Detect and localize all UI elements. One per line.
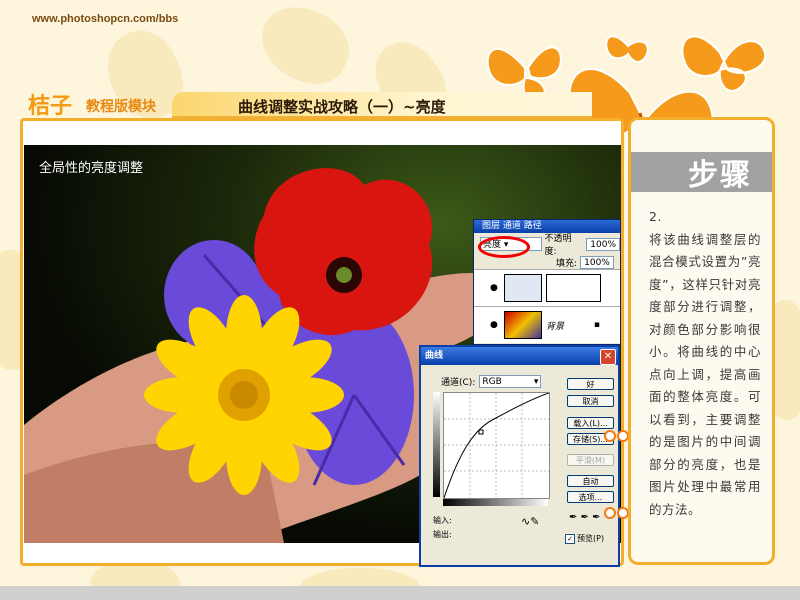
butterfly-small-2: [605, 35, 649, 63]
curves-dialog: 曲线 ✕ 通道(C): RGB ▾ 好 取消 载入(L)... 存储(S)... …: [419, 345, 620, 567]
footer-bar: [0, 586, 800, 600]
eyedropper-icon[interactable]: ✒ ✒ ✒: [569, 512, 601, 523]
layer-mask-thumbnail: [546, 274, 601, 302]
preview-checkbox[interactable]: ✓: [565, 533, 575, 544]
options-button[interactable]: 选项...: [567, 491, 614, 503]
step-number: 2.: [649, 209, 662, 224]
channel-select[interactable]: RGB ▾: [479, 375, 542, 388]
curves-title: 曲线: [425, 351, 444, 361]
chevron-down-icon: ▾: [533, 377, 539, 387]
layer-name: 背景: [546, 321, 565, 332]
channel-label: 通道(C):: [441, 378, 476, 388]
curve-control-point: [478, 429, 484, 435]
eye-icon[interactable]: ●: [490, 320, 500, 330]
brand-subtitle: 教程版模块: [86, 99, 156, 115]
input-label: 输入:: [433, 516, 452, 525]
curves-layer-thumbnail: [504, 274, 542, 302]
layer-row-curves[interactable]: ●: [474, 269, 620, 306]
background-layer-thumbnail: [504, 311, 542, 339]
side-panel-heading: 步骤: [688, 158, 752, 193]
preview-checkbox-row[interactable]: ✓ 预览(P): [565, 533, 604, 544]
step-description: 2. 将该曲线调整层的混合模式设置为”亮度”，这样只针对亮度部分进行调整，对颜色…: [649, 206, 761, 521]
curves-titlebar: 曲线 ✕: [421, 347, 618, 365]
site-url: www.photoshopcn.com/bbs: [32, 13, 179, 25]
smooth-button[interactable]: 平滑(M): [567, 454, 614, 466]
tab-layers[interactable]: 图层: [482, 221, 500, 231]
tab-paths[interactable]: 路径: [524, 221, 542, 231]
ok-button[interactable]: 好: [567, 378, 614, 390]
layer-row-background[interactable]: ● 背景 ▪: [474, 306, 620, 343]
channel-row: 通道(C): RGB ▾: [441, 375, 542, 388]
preview-label: 预览(P): [577, 534, 605, 543]
curve-graph[interactable]: [443, 392, 550, 499]
curve-tool-icon[interactable]: ∿✎: [521, 515, 539, 528]
input-gradient: [443, 499, 548, 506]
close-icon[interactable]: ✕: [600, 349, 616, 365]
opacity-input[interactable]: 100%: [586, 237, 620, 251]
load-button[interactable]: 载入(L)...: [567, 417, 614, 429]
fill-input[interactable]: 100%: [580, 255, 614, 269]
page-title: 曲线调整实战攻略（一）~亮度: [238, 98, 446, 116]
photo-caption: 全局性的亮度调整: [39, 161, 144, 176]
highlight-circle: [478, 236, 530, 258]
output-label: 输出:: [433, 530, 452, 539]
tab-channels[interactable]: 通道: [503, 221, 521, 231]
lock-icon: ▪: [593, 320, 600, 330]
eye-icon[interactable]: ●: [490, 283, 500, 293]
brand-logo-text: 桔子: [28, 93, 73, 119]
step-text: 将该曲线调整层的混合模式设置为”亮度”，这样只针对亮度部分进行调整，对颜色部分影…: [649, 231, 761, 517]
opacity-label: 不透明度:: [544, 234, 572, 257]
butterfly-small-1b: [526, 46, 562, 80]
cancel-button[interactable]: 取消: [567, 395, 614, 407]
output-gradient: [433, 392, 440, 497]
butterfly-medium: [681, 35, 767, 92]
channel-value: RGB: [482, 377, 502, 387]
fill-label: 填充:: [555, 258, 577, 269]
auto-button[interactable]: 自动: [567, 475, 614, 487]
curve-grid: [443, 392, 550, 499]
